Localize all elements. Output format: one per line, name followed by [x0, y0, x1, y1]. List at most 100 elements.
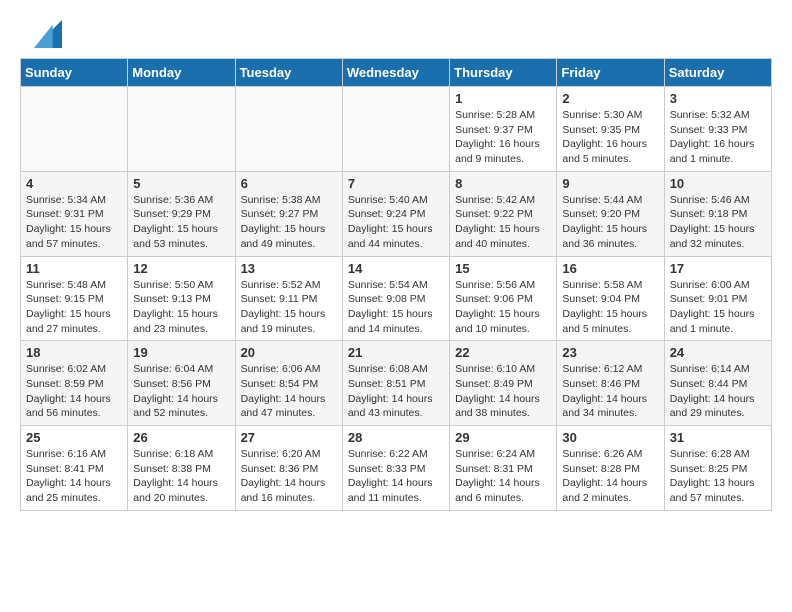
day-info: Sunrise: 6:08 AMSunset: 8:51 PMDaylight:… — [348, 362, 444, 421]
calendar-cell: 11Sunrise: 5:48 AMSunset: 9:15 PMDayligh… — [21, 256, 128, 341]
day-info: Sunrise: 6:18 AMSunset: 8:38 PMDaylight:… — [133, 447, 229, 506]
calendar-cell: 2 Sunrise: 5:30 AMSunset: 9:35 PMDaylight… — [557, 87, 664, 172]
day-number: 23 — [562, 345, 658, 360]
week-row-2: 4 Sunrise: 5:34 AMSunset: 9:31 PMDaylight… — [21, 171, 772, 256]
logo — [20, 20, 62, 48]
day-info: Sunrise: 5:56 AMSunset: 9:06 PMDaylight:… — [455, 278, 551, 337]
calendar-cell: 21 Sunrise: 6:08 AMSunset: 8:51 PMDayligh… — [342, 341, 449, 426]
calendar-cell: 6 Sunrise: 5:38 AMSunset: 9:27 PMDaylight… — [235, 171, 342, 256]
day-number: 8 — [455, 176, 551, 191]
calendar-cell: 18Sunrise: 6:02 AMSunset: 8:59 PMDayligh… — [21, 341, 128, 426]
calendar-cell: 28Sunrise: 6:22 AMSunset: 8:33 PMDayligh… — [342, 426, 449, 511]
calendar-cell: 10 Sunrise: 5:46 AMSunset: 9:18 PMDayligh… — [664, 171, 771, 256]
day-number: 24 — [670, 345, 766, 360]
day-number: 14 — [348, 261, 444, 276]
day-info: Sunrise: 6:14 AMSunset: 8:44 PMDaylight:… — [670, 362, 766, 421]
weekday-sunday: Sunday — [21, 59, 128, 87]
day-number: 1 — [455, 91, 551, 106]
day-info: Sunrise: 5:38 AMSunset: 9:27 PMDaylight:… — [241, 193, 337, 252]
weekday-monday: Monday — [128, 59, 235, 87]
weekday-tuesday: Tuesday — [235, 59, 342, 87]
calendar-cell: 22 Sunrise: 6:10 AMSunset: 8:49 PMDayligh… — [450, 341, 557, 426]
weekday-saturday: Saturday — [664, 59, 771, 87]
calendar-cell: 23 Sunrise: 6:12 AMSunset: 8:46 PMDayligh… — [557, 341, 664, 426]
day-info: Sunrise: 6:10 AMSunset: 8:49 PMDaylight:… — [455, 362, 551, 421]
day-number: 9 — [562, 176, 658, 191]
day-info: Sunrise: 6:26 AMSunset: 8:28 PMDaylight:… — [562, 447, 658, 506]
day-number: 6 — [241, 176, 337, 191]
day-number: 15 — [455, 261, 551, 276]
week-row-4: 18Sunrise: 6:02 AMSunset: 8:59 PMDayligh… — [21, 341, 772, 426]
day-info: Sunrise: 6:06 AMSunset: 8:54 PMDaylight:… — [241, 362, 337, 421]
day-number: 16 — [562, 261, 658, 276]
day-number: 30 — [562, 430, 658, 445]
calendar-cell: 13 Sunrise: 5:52 AMSunset: 9:11 PMDayligh… — [235, 256, 342, 341]
calendar-cell: 7 Sunrise: 5:40 AMSunset: 9:24 PMDaylight… — [342, 171, 449, 256]
calendar-cell: 3Sunrise: 5:32 AMSunset: 9:33 PMDaylight… — [664, 87, 771, 172]
week-row-1: 1 Sunrise: 5:28 AMSunset: 9:37 PMDaylight… — [21, 87, 772, 172]
calendar-cell: 14 Sunrise: 5:54 AMSunset: 9:08 PMDayligh… — [342, 256, 449, 341]
week-row-5: 25 Sunrise: 6:16 AMSunset: 8:41 PMDayligh… — [21, 426, 772, 511]
calendar-cell: 1 Sunrise: 5:28 AMSunset: 9:37 PMDaylight… — [450, 87, 557, 172]
calendar: SundayMondayTuesdayWednesdayThursdayFrid… — [20, 58, 772, 511]
day-info: Sunrise: 5:40 AMSunset: 9:24 PMDaylight:… — [348, 193, 444, 252]
calendar-cell: 8Sunrise: 5:42 AMSunset: 9:22 PMDaylight… — [450, 171, 557, 256]
calendar-cell: 30 Sunrise: 6:26 AMSunset: 8:28 PMDayligh… — [557, 426, 664, 511]
day-info: Sunrise: 6:00 AMSunset: 9:01 PMDaylight:… — [670, 278, 766, 337]
calendar-cell — [128, 87, 235, 172]
day-number: 22 — [455, 345, 551, 360]
day-info: Sunrise: 5:32 AMSunset: 9:33 PMDaylight:… — [670, 108, 766, 167]
day-info: Sunrise: 6:24 AMSunset: 8:31 PMDaylight:… — [455, 447, 551, 506]
calendar-cell: 17 Sunrise: 6:00 AMSunset: 9:01 PMDayligh… — [664, 256, 771, 341]
day-number: 5 — [133, 176, 229, 191]
day-info: Sunrise: 5:50 AMSunset: 9:13 PMDaylight:… — [133, 278, 229, 337]
day-number: 27 — [241, 430, 337, 445]
calendar-cell: 4 Sunrise: 5:34 AMSunset: 9:31 PMDaylight… — [21, 171, 128, 256]
day-number: 28 — [348, 430, 444, 445]
calendar-cell: 31 Sunrise: 6:28 AMSunset: 8:25 PMDayligh… — [664, 426, 771, 511]
calendar-cell — [235, 87, 342, 172]
day-info: Sunrise: 5:28 AMSunset: 9:37 PMDaylight:… — [455, 108, 551, 167]
day-info: Sunrise: 5:44 AMSunset: 9:20 PMDaylight:… — [562, 193, 658, 252]
calendar-cell: 27 Sunrise: 6:20 AMSunset: 8:36 PMDayligh… — [235, 426, 342, 511]
day-info: Sunrise: 6:28 AMSunset: 8:25 PMDaylight:… — [670, 447, 766, 506]
calendar-cell: 20 Sunrise: 6:06 AMSunset: 8:54 PMDayligh… — [235, 341, 342, 426]
day-number: 7 — [348, 176, 444, 191]
calendar-cell: 12Sunrise: 5:50 AMSunset: 9:13 PMDayligh… — [128, 256, 235, 341]
day-info: Sunrise: 5:58 AMSunset: 9:04 PMDaylight:… — [562, 278, 658, 337]
day-number: 26 — [133, 430, 229, 445]
calendar-cell: 5 Sunrise: 5:36 AMSunset: 9:29 PMDaylight… — [128, 171, 235, 256]
weekday-thursday: Thursday — [450, 59, 557, 87]
day-info: Sunrise: 5:30 AMSunset: 9:35 PMDaylight:… — [562, 108, 658, 167]
day-number: 25 — [26, 430, 122, 445]
calendar-cell — [342, 87, 449, 172]
day-info: Sunrise: 5:54 AMSunset: 9:08 PMDaylight:… — [348, 278, 444, 337]
day-number: 31 — [670, 430, 766, 445]
day-info: Sunrise: 5:34 AMSunset: 9:31 PMDaylight:… — [26, 193, 122, 252]
day-number: 13 — [241, 261, 337, 276]
day-info: Sunrise: 5:52 AMSunset: 9:11 PMDaylight:… — [241, 278, 337, 337]
day-number: 29 — [455, 430, 551, 445]
weekday-wednesday: Wednesday — [342, 59, 449, 87]
calendar-cell: 9 Sunrise: 5:44 AMSunset: 9:20 PMDaylight… — [557, 171, 664, 256]
day-info: Sunrise: 5:36 AMSunset: 9:29 PMDaylight:… — [133, 193, 229, 252]
day-number: 17 — [670, 261, 766, 276]
week-row-3: 11Sunrise: 5:48 AMSunset: 9:15 PMDayligh… — [21, 256, 772, 341]
weekday-friday: Friday — [557, 59, 664, 87]
day-number: 10 — [670, 176, 766, 191]
calendar-cell: 29 Sunrise: 6:24 AMSunset: 8:31 PMDayligh… — [450, 426, 557, 511]
day-info: Sunrise: 6:02 AMSunset: 8:59 PMDaylight:… — [26, 362, 122, 421]
calendar-cell: 26 Sunrise: 6:18 AMSunset: 8:38 PMDayligh… — [128, 426, 235, 511]
day-number: 2 — [562, 91, 658, 106]
day-info: Sunrise: 6:20 AMSunset: 8:36 PMDaylight:… — [241, 447, 337, 506]
day-number: 21 — [348, 345, 444, 360]
calendar-cell: 16 Sunrise: 5:58 AMSunset: 9:04 PMDayligh… — [557, 256, 664, 341]
day-number: 11 — [26, 261, 122, 276]
day-info: Sunrise: 6:12 AMSunset: 8:46 PMDaylight:… — [562, 362, 658, 421]
day-number: 19 — [133, 345, 229, 360]
day-number: 20 — [241, 345, 337, 360]
calendar-cell: 19Sunrise: 6:04 AMSunset: 8:56 PMDayligh… — [128, 341, 235, 426]
day-number: 4 — [26, 176, 122, 191]
day-info: Sunrise: 6:16 AMSunset: 8:41 PMDaylight:… — [26, 447, 122, 506]
day-info: Sunrise: 5:46 AMSunset: 9:18 PMDaylight:… — [670, 193, 766, 252]
